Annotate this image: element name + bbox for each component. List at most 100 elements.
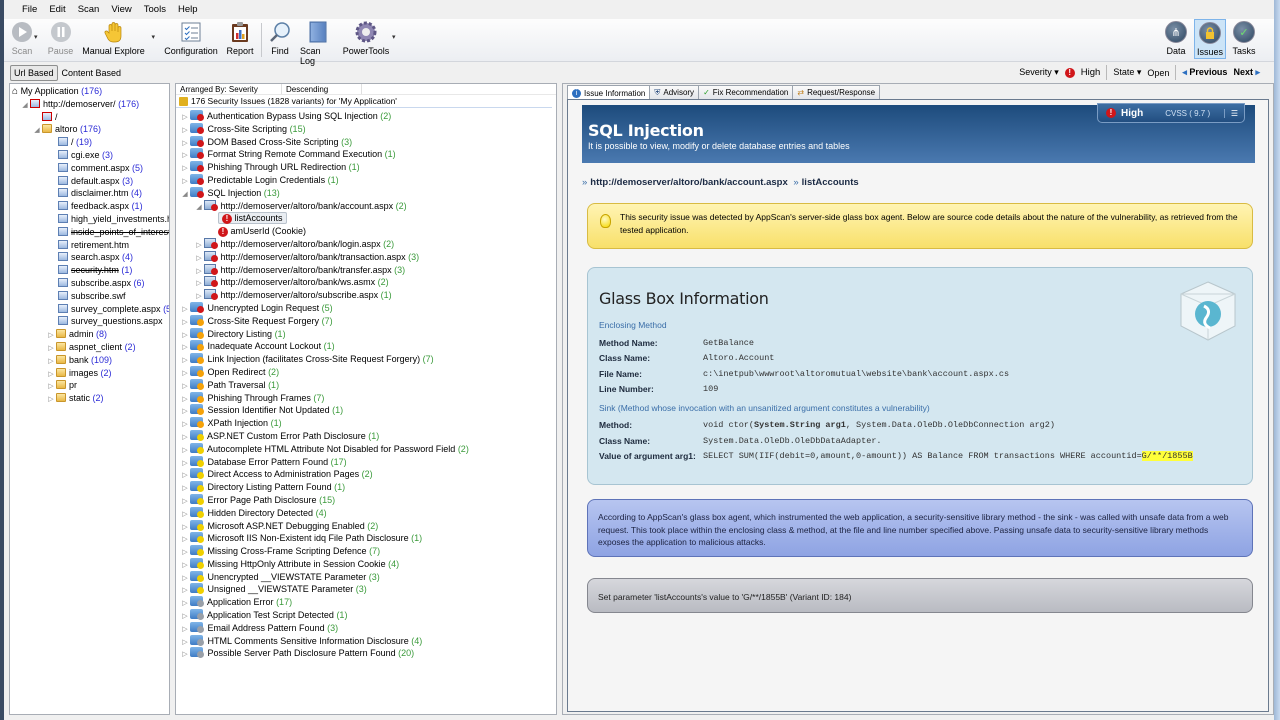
tree-altoro[interactable]: ◢ altoro (176): [12, 123, 169, 136]
issue-url-row[interactable]: ◢ http://demoserver/altoro/bank/account.…: [176, 199, 556, 213]
issue-url-row[interactable]: ▷ http://demoserver/altoro/bank/transfer…: [176, 263, 556, 277]
issues-view-button[interactable]: Issues: [1194, 19, 1226, 59]
menu-view[interactable]: View: [105, 4, 137, 15]
powertools-button[interactable]: PowerTools: [342, 19, 390, 59]
issue-type-row[interactable]: ▷ DOM Based Cross-Site Scripting (3): [176, 135, 556, 149]
find-button[interactable]: Find: [266, 19, 294, 59]
tasks-view-button[interactable]: ✓ Tasks: [1228, 19, 1260, 59]
issue-type-row[interactable]: ▷ Application Test Script Detected (1): [176, 609, 556, 622]
tree-file[interactable]: default.aspx (3): [12, 175, 169, 188]
issue-type-row[interactable]: ▷ Application Error (17): [176, 596, 556, 609]
issue-url-row[interactable]: ▷ http://demoserver/altoro/bank/login.as…: [176, 237, 556, 251]
issue-type-row[interactable]: ▷ Unencrypted __VIEWSTATE Parameter (3): [176, 570, 556, 584]
issue-type-row[interactable]: ▷ Authentication Bypass Using SQL Inject…: [176, 110, 556, 123]
tree-file[interactable]: subscribe.swf: [12, 290, 169, 303]
tab-issue-information[interactable]: i Issue Information: [567, 85, 651, 100]
tree-folder[interactable]: ▷ static (2): [12, 392, 169, 405]
tree-file[interactable]: retirement.htm: [12, 239, 169, 252]
collapsed-arrow-icon[interactable]: ▷: [180, 649, 190, 662]
tab-advisory[interactable]: ⛨ Advisory: [649, 85, 700, 99]
issue-type-row[interactable]: ▷ Error Page Path Disclosure (15): [176, 493, 556, 507]
issue-type-row[interactable]: ▷ Unencrypted Login Request (5): [176, 301, 556, 315]
issue-type-row[interactable]: ▷ Phishing Through Frames (7): [176, 391, 556, 405]
previous-button[interactable]: ◂ Previous: [1182, 67, 1227, 78]
severity-filter[interactable]: Severity ▾: [1019, 67, 1059, 78]
issue-url-row[interactable]: ▷ http://demoserver/altoro/subscribe.asp…: [176, 289, 556, 302]
menu-file[interactable]: File: [16, 4, 43, 15]
issue-type-row[interactable]: ▷ HTML Comments Sensitive Information Di…: [176, 634, 556, 648]
issue-url-row[interactable]: ▷ http://demoserver/altoro/bank/ws.asmx …: [176, 276, 556, 289]
scan-button[interactable]: Scan: [8, 19, 36, 59]
tree-file[interactable]: security.htm (1): [12, 264, 169, 277]
issue-type-row[interactable]: ▷ Session Identifier Not Updated (1): [176, 404, 556, 417]
report-button[interactable]: Report: [223, 19, 257, 59]
content-based-toggle[interactable]: Content Based: [58, 65, 126, 81]
pause-button[interactable]: Pause: [46, 19, 76, 59]
issue-type-row[interactable]: ▷ Cross-Site Scripting (15): [176, 122, 556, 136]
tree-file[interactable]: survey_questions.aspx: [12, 315, 169, 328]
menu-scan[interactable]: Scan: [72, 4, 106, 15]
issue-type-row[interactable]: ▷ Predictable Login Credentials (1): [176, 173, 556, 187]
issue-type-row[interactable]: ▷ Email Address Pattern Found (3): [176, 621, 556, 635]
issue-type-row[interactable]: ▷ Database Error Pattern Found (17): [176, 455, 556, 469]
issue-type-row[interactable]: ▷ Direct Access to Administration Pages …: [176, 468, 556, 481]
issue-type-row[interactable]: ▷ Microsoft ASP.NET Debugging Enabled (2…: [176, 519, 556, 533]
issue-type-row[interactable]: ▷ Path Traversal (1): [176, 378, 556, 392]
issue-type-row[interactable]: ▷ Phishing Through URL Redirection (1): [176, 161, 556, 174]
tree-file[interactable]: inside_points_of_interest.htm: [12, 226, 169, 239]
tree-file[interactable]: search.aspx (4): [12, 251, 169, 264]
scan-dropdown-icon[interactable]: ▾: [34, 33, 38, 41]
tree-folder[interactable]: ▷ aspnet_client (2): [12, 341, 169, 354]
tree-file[interactable]: disclaimer.htm (4): [12, 187, 169, 200]
order-column[interactable]: Descending: [282, 84, 362, 94]
issue-type-row[interactable]: ▷ Directory Listing Pattern Found (1): [176, 481, 556, 494]
tree-file[interactable]: feedback.aspx (1): [12, 200, 169, 213]
issue-type-row[interactable]: ▷ Cross-Site Request Forgery (7): [176, 314, 556, 328]
tree-file[interactable]: subscribe.aspx (6): [12, 277, 169, 290]
issue-type-row[interactable]: ▷ XPath Injection (1): [176, 417, 556, 430]
crumb-url[interactable]: http://demoserver/altoro/bank/account.as…: [590, 177, 787, 188]
tree-file[interactable]: high_yield_investments.htm: [12, 213, 169, 226]
tree-folder[interactable]: ▷ images (2): [12, 367, 169, 380]
scan-log-button[interactable]: Scan Log: [300, 19, 336, 66]
issue-type-row[interactable]: ▷ Missing HttpOnly Attribute in Session …: [176, 557, 556, 571]
arranged-by-column[interactable]: Arranged By: Severity: [176, 84, 282, 94]
manual-explore-dropdown-icon[interactable]: ▾: [152, 33, 156, 41]
tree-file[interactable]: survey_complete.aspx (5): [12, 303, 169, 316]
url-based-toggle[interactable]: Url Based: [10, 64, 58, 81]
tab-request-response[interactable]: ⇄ Request/Response: [792, 85, 881, 99]
tree-file[interactable]: cgi.exe (3): [12, 149, 169, 162]
powertools-dropdown-icon[interactable]: ▾: [392, 33, 396, 41]
tree-file[interactable]: / (19): [12, 136, 169, 149]
tree-folder[interactable]: ▷ pr: [12, 379, 169, 392]
next-button[interactable]: Next ▸: [1233, 67, 1260, 78]
issue-type-row[interactable]: ▷ Inadequate Account Lockout (1): [176, 340, 556, 353]
issue-type-row[interactable]: ▷ Unsigned __VIEWSTATE Parameter (3): [176, 583, 556, 596]
issue-parameter-row[interactable]: ! amUserId (Cookie): [176, 225, 556, 238]
manual-explore-button[interactable]: Manual Explore: [82, 19, 146, 59]
tree-host[interactable]: ◢ http://demoserver/ (176): [12, 98, 169, 111]
menu-tools[interactable]: Tools: [138, 4, 172, 15]
crumb-param[interactable]: listAccounts: [802, 177, 859, 188]
issue-type-row[interactable]: ▷ Hidden Directory Detected (4): [176, 506, 556, 520]
tab-fix-recommendation[interactable]: ✓ Fix Recommendation: [698, 85, 794, 99]
issue-type-row[interactable]: ▷ ASP.NET Custom Error Path Disclosure (…: [176, 429, 556, 443]
menu-help[interactable]: Help: [172, 4, 204, 15]
tree-slash[interactable]: /: [12, 111, 169, 124]
issue-type-row[interactable]: ▷ Directory Listing (1): [176, 327, 556, 341]
data-view-button[interactable]: ⋔ Data: [1160, 19, 1192, 59]
issue-type-row[interactable]: ▷ Possible Server Path Disclosure Patter…: [176, 647, 556, 660]
issue-parameter-row[interactable]: ! listAccounts: [176, 212, 556, 225]
issue-type-row[interactable]: ◢ SQL Injection (13): [176, 186, 556, 200]
tree-folder[interactable]: ▷ bank (109): [12, 354, 169, 367]
details-menu-icon[interactable]: ☰: [1223, 108, 1238, 118]
issue-type-row[interactable]: ▷ Open Redirect (2): [176, 365, 556, 379]
issue-type-row[interactable]: ▷ Link Injection (facilitates Cross-Site…: [176, 353, 556, 366]
menu-edit[interactable]: Edit: [43, 4, 71, 15]
collapsed-arrow-icon[interactable]: ▷: [46, 394, 56, 407]
tree-file[interactable]: comment.aspx (5): [12, 162, 169, 175]
tree-folder[interactable]: ▷ admin (8): [12, 328, 169, 341]
state-filter[interactable]: State ▾: [1113, 67, 1141, 78]
issue-type-row[interactable]: ▷ Autocomplete HTML Attribute Not Disabl…: [176, 442, 556, 456]
issue-url-row[interactable]: ▷ http://demoserver/altoro/bank/transact…: [176, 250, 556, 264]
